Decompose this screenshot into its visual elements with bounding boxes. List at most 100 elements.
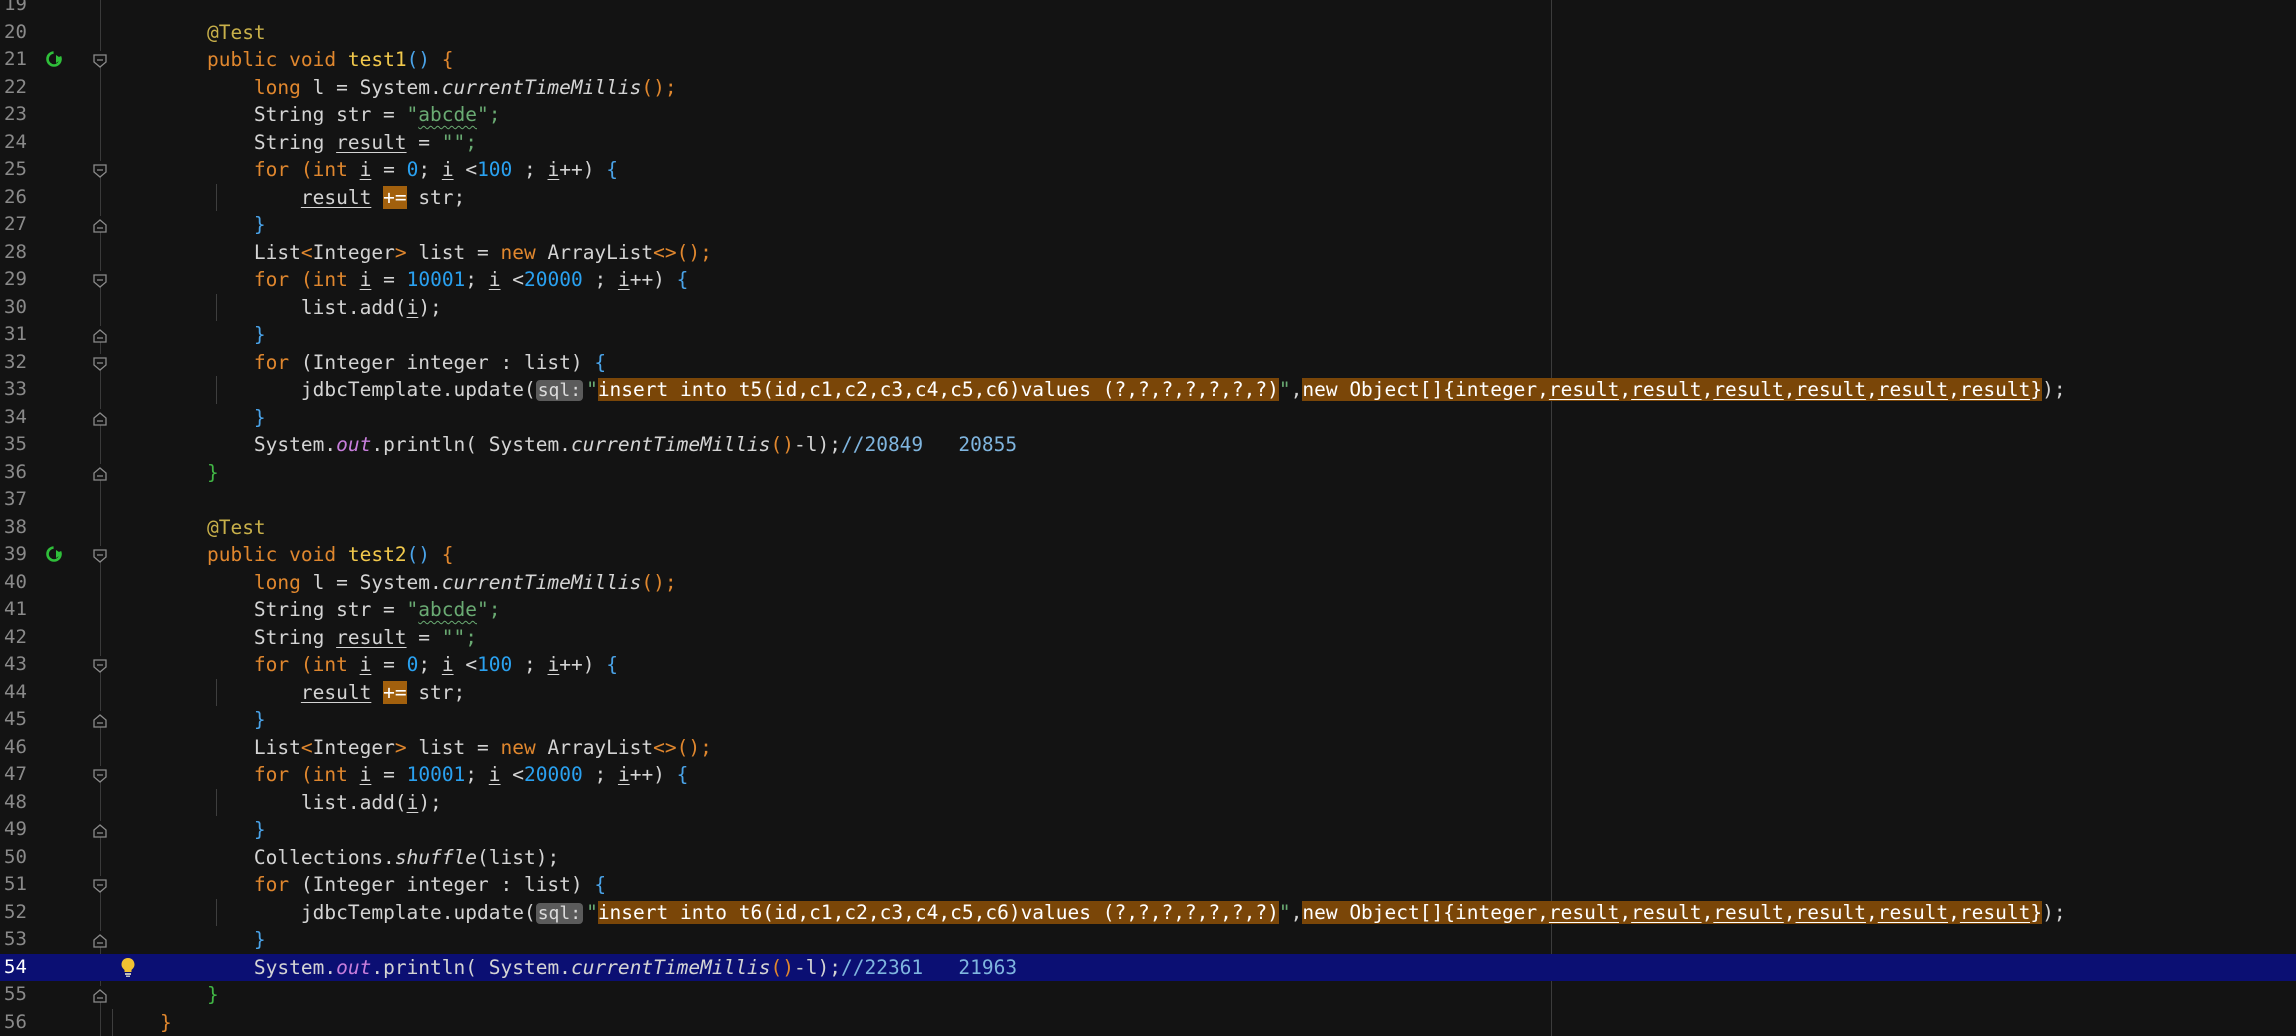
- run-test-icon[interactable]: [44, 543, 66, 565]
- line-number[interactable]: 53: [4, 926, 28, 954]
- line-number[interactable]: 28: [4, 239, 28, 267]
- run-test-icon[interactable]: [44, 48, 66, 70]
- code-line-28[interactable]: 28 List<Integer> list = new ArrayList<>(…: [0, 239, 2296, 267]
- code-line-21[interactable]: 21 public void test1() {: [0, 46, 2296, 74]
- code-line-50[interactable]: 50 Collections.shuffle(list);: [0, 844, 2296, 872]
- code-line-40[interactable]: 40 long l = System.currentTimeMillis();: [0, 569, 2296, 597]
- code-line-36[interactable]: 36 }: [0, 459, 2296, 487]
- code-line-19[interactable]: 19: [0, 0, 2296, 19]
- line-number[interactable]: 36: [4, 459, 28, 487]
- code-line-49[interactable]: 49 }: [0, 816, 2296, 844]
- code-token: (Integer integer : list): [300, 873, 595, 896]
- code-line-23[interactable]: 23 String str = "abcde";: [0, 101, 2296, 129]
- fold-marker-icon[interactable]: [92, 353, 108, 371]
- fold-marker-icon[interactable]: [92, 656, 108, 673]
- line-number[interactable]: 21: [4, 46, 28, 74]
- line-number[interactable]: 55: [4, 981, 28, 1009]
- code-token: (): [770, 433, 795, 456]
- code-line-27[interactable]: 27 }: [0, 211, 2296, 239]
- code-line-30[interactable]: 30 list.add(i);: [0, 294, 2296, 322]
- line-number[interactable]: 26: [4, 184, 28, 212]
- line-number[interactable]: 50: [4, 844, 28, 872]
- lightbulb-icon[interactable]: [119, 956, 137, 978]
- line-number[interactable]: 33: [4, 376, 28, 404]
- line-number[interactable]: 43: [4, 651, 28, 679]
- code-line-56[interactable]: 56}: [0, 1009, 2296, 1036]
- fold-marker-icon[interactable]: [92, 51, 108, 68]
- code-line-45[interactable]: 45 }: [0, 706, 2296, 734]
- line-number[interactable]: 45: [4, 706, 28, 734]
- fold-marker-icon[interactable]: [92, 821, 108, 838]
- code-line-39[interactable]: 39 public void test2() {: [0, 541, 2296, 569]
- code-line-54[interactable]: 54 System.out.println( System.currentTim…: [0, 953, 2296, 982]
- line-number[interactable]: 46: [4, 734, 28, 762]
- fold-marker-icon[interactable]: [92, 216, 108, 233]
- line-number[interactable]: 31: [4, 321, 28, 349]
- line-number[interactable]: 49: [4, 816, 28, 844]
- code-line-52[interactable]: 52 jdbcTemplate.update(sql: "insert into …: [0, 899, 2296, 927]
- line-number[interactable]: 24: [4, 129, 28, 157]
- line-number[interactable]: 40: [4, 569, 28, 597]
- code-line-44[interactable]: 44 result += str;: [0, 679, 2296, 707]
- line-number[interactable]: 56: [4, 1009, 28, 1036]
- line-number[interactable]: 44: [4, 679, 28, 707]
- code-line-25[interactable]: 25 for (int i = 0; i <100 ; i++) {: [0, 156, 2296, 184]
- code-line-32[interactable]: 32 for (Integer integer : list) {: [0, 349, 2296, 377]
- line-number[interactable]: 32: [4, 349, 28, 377]
- code-line-31[interactable]: 31 }: [0, 321, 2296, 349]
- code-line-46[interactable]: 46 List<Integer> list = new ArrayList<>(…: [0, 734, 2296, 762]
- line-number[interactable]: 52: [4, 899, 28, 927]
- line-number[interactable]: 22: [4, 74, 28, 102]
- code-line-47[interactable]: 47 for (int i = 10001; i <20000 ; i++) {: [0, 761, 2296, 789]
- line-number[interactable]: 20: [4, 19, 28, 47]
- code-line-33[interactable]: 33 jdbcTemplate.update(sql: "insert into …: [0, 376, 2296, 404]
- code-editor[interactable]: 19 20 @Test 21 public void test1() {22 lon…: [0, 0, 2296, 1036]
- fold-marker-icon[interactable]: [92, 711, 108, 728]
- fold-marker-icon[interactable]: [92, 876, 108, 893]
- line-number[interactable]: 47: [4, 761, 28, 789]
- fold-marker-icon[interactable]: [92, 408, 108, 426]
- code-line-48[interactable]: 48 list.add(i);: [0, 789, 2296, 817]
- fold-marker-icon[interactable]: [92, 271, 108, 288]
- line-number[interactable]: 41: [4, 596, 28, 624]
- line-number[interactable]: 29: [4, 266, 28, 294]
- code-line-41[interactable]: 41 String str = "abcde";: [0, 596, 2296, 624]
- code-line-26[interactable]: 26 result += str;: [0, 184, 2296, 212]
- line-number[interactable]: 38: [4, 514, 28, 542]
- code-line-55[interactable]: 55 }: [0, 981, 2296, 1009]
- fold-marker-icon[interactable]: [92, 766, 108, 783]
- line-number[interactable]: 39: [4, 541, 28, 569]
- code-line-34[interactable]: 34 }: [0, 404, 2296, 432]
- line-number[interactable]: 30: [4, 294, 28, 322]
- code-line-37[interactable]: 37: [0, 486, 2296, 514]
- line-number[interactable]: 25: [4, 156, 28, 184]
- fold-marker-icon[interactable]: [92, 931, 108, 948]
- fold-marker-icon[interactable]: [92, 326, 108, 343]
- line-number[interactable]: 35: [4, 431, 28, 459]
- fold-marker-icon[interactable]: [92, 546, 108, 563]
- code-line-38[interactable]: 38 @Test: [0, 514, 2296, 542]
- line-number[interactable]: 51: [4, 871, 28, 899]
- line-number[interactable]: 19: [4, 0, 28, 19]
- code-line-24[interactable]: 24 String result = "";: [0, 129, 2296, 157]
- line-number[interactable]: 48: [4, 789, 28, 817]
- line-number[interactable]: 42: [4, 624, 28, 652]
- code-line-35[interactable]: 35 System.out.println( System.currentTim…: [0, 431, 2296, 459]
- code-line-51[interactable]: 51 for (Integer integer : list) {: [0, 871, 2296, 899]
- line-number[interactable]: 27: [4, 211, 28, 239]
- code-line-29[interactable]: 29 for (int i = 10001; i <20000 ; i++) {: [0, 266, 2296, 294]
- code-line-22[interactable]: 22 long l = System.currentTimeMillis();: [0, 74, 2296, 102]
- code-line-42[interactable]: 42 String result = "";: [0, 624, 2296, 652]
- fold-marker-icon[interactable]: [92, 463, 108, 481]
- code-line-53[interactable]: 53 }: [0, 926, 2296, 954]
- line-number[interactable]: 34: [4, 404, 28, 432]
- fold-marker-icon[interactable]: [92, 986, 108, 1003]
- fold-marker-icon[interactable]: [92, 161, 108, 178]
- line-number[interactable]: 37: [4, 486, 28, 514]
- line-number[interactable]: 54: [4, 954, 28, 982]
- line-number[interactable]: 23: [4, 101, 28, 129]
- code-line-43[interactable]: 43 for (int i = 0; i <100 ; i++) {: [0, 651, 2296, 679]
- code-line-20[interactable]: 20 @Test: [0, 19, 2296, 47]
- code-token: (list);: [477, 845, 560, 869]
